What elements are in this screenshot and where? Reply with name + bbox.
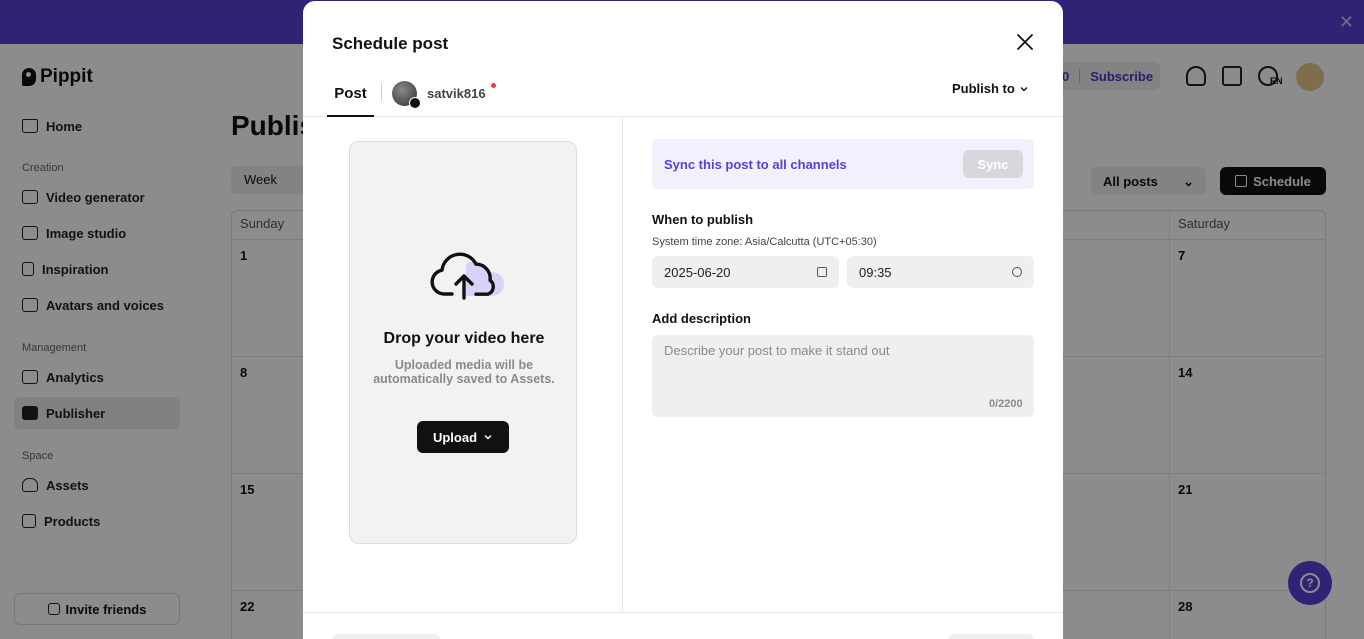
media-pane: Drop your video here Uploaded media will… [303, 118, 623, 613]
date-value: 2025-06-20 [664, 264, 731, 280]
sync-button[interactable]: Sync [963, 150, 1023, 178]
sync-text: Sync this post to all channels [664, 157, 847, 172]
account-name: satvik816 [427, 85, 486, 101]
footer-primary-button[interactable] [948, 634, 1034, 639]
character-counter: 0/2200 [989, 398, 1023, 410]
upload-button[interactable]: Upload [417, 421, 509, 453]
time-value: 09:35 [859, 264, 892, 280]
timezone-text: System time zone: Asia/Calcutta (UTC+05:… [652, 236, 877, 248]
tab-post[interactable]: Post [327, 71, 374, 117]
sync-panel: Sync this post to all channels Sync [652, 139, 1034, 189]
footer-secondary-button[interactable] [332, 634, 440, 639]
chevron-down-icon [484, 435, 492, 440]
divider [381, 83, 382, 101]
calendar-icon [817, 267, 827, 277]
date-field[interactable]: 2025-06-20 [652, 256, 839, 288]
modal-title: Schedule post [332, 34, 449, 53]
unread-dot [491, 83, 496, 88]
close-icon[interactable] [1015, 32, 1035, 52]
divider [303, 612, 1063, 613]
when-to-publish-label: When to publish [652, 212, 754, 227]
account-avatar [392, 80, 421, 109]
video-dropzone[interactable]: Drop your video here Uploaded media will… [349, 141, 577, 544]
tiktok-icon [409, 96, 421, 109]
tabs-row: Post satvik816 [303, 71, 1063, 117]
chevron-down-icon [1020, 86, 1028, 91]
dropzone-title: Drop your video here [383, 330, 545, 347]
schedule-post-modal: Schedule post Post satvik816 Publish to … [303, 1, 1063, 639]
clock-icon [1012, 267, 1022, 277]
cloud-upload-icon [430, 252, 504, 300]
description-input[interactable] [652, 335, 1034, 417]
time-field[interactable]: 09:35 [847, 256, 1034, 288]
tab-account[interactable]: satvik816 [392, 78, 486, 109]
publish-to-dropdown[interactable]: Publish to [952, 81, 1029, 96]
add-description-label: Add description [652, 311, 751, 326]
dropzone-subtitle: Uploaded media will be automatically sav… [373, 358, 555, 386]
